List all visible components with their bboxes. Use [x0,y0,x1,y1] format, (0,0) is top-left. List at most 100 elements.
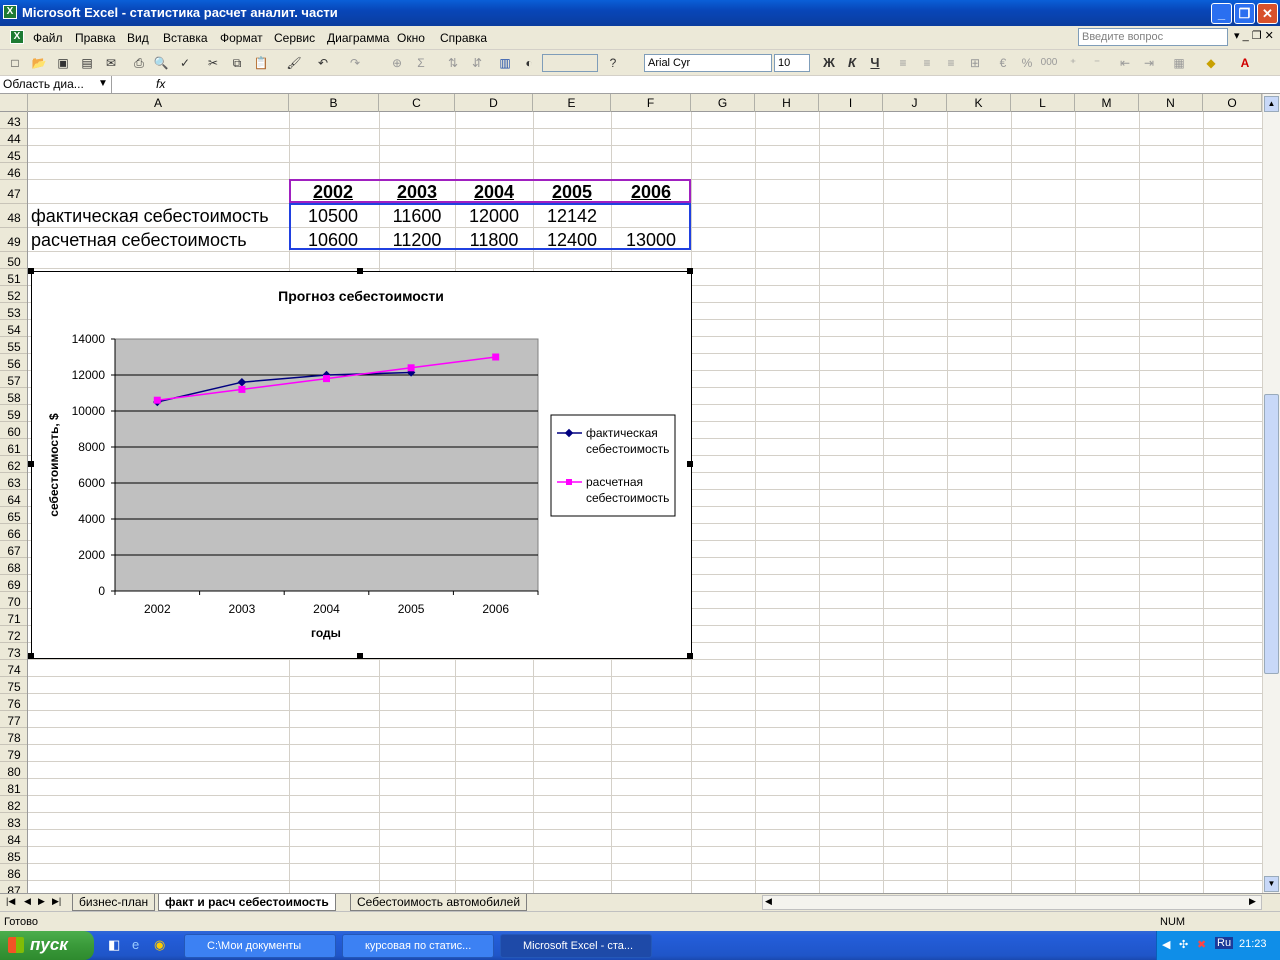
task-excel[interactable]: Microsoft Excel - ста... [500,934,652,958]
scroll-up-arrow-icon[interactable]: ▲ [1264,96,1279,112]
fx-icon[interactable]: fx [156,77,165,91]
chart-handle[interactable] [28,461,34,467]
tray-antivirus-icon[interactable]: ✖ [1197,938,1206,951]
chart-handle[interactable] [687,653,693,659]
hyperlink-icon[interactable]: ⊕ [388,54,406,72]
chart-handle[interactable] [687,268,693,274]
increase-decimal-icon[interactable]: ⁺ [1064,54,1082,72]
column-header[interactable]: H [755,94,819,112]
row-header[interactable]: 61 [0,439,27,456]
menu-help[interactable]: Справка [440,31,487,45]
row-header[interactable]: 68 [0,558,27,575]
font-name-select[interactable]: Arial Cyr [644,54,772,72]
horizontal-scrollbar[interactable]: ◀ ▶ [762,895,1262,910]
column-header[interactable]: A [28,94,289,112]
doc-window-controls[interactable]: ▾ _ ❐ ✕ [1234,29,1274,42]
sort-asc-icon[interactable]: ⇅ [444,54,462,72]
last-sheet-icon[interactable]: ▶| [52,896,61,907]
row-header[interactable]: 85 [0,847,27,864]
undo-icon[interactable]: ↶ [314,54,332,72]
row-header[interactable]: 43 [0,112,27,129]
row-header[interactable]: 51 [0,269,27,286]
row-header[interactable]: 86 [0,864,27,881]
merge-center-icon[interactable]: ⊞ [966,54,984,72]
open-icon[interactable]: 📂 [30,54,48,72]
align-left-icon[interactable]: ≡ [894,54,912,72]
next-sheet-icon[interactable]: ▶ [38,896,45,907]
maximize-button[interactable]: ❐ [1234,3,1255,24]
sheet-tab-active[interactable]: факт и расч себестоимость [158,894,336,911]
sheet-tab[interactable]: бизнес-план [72,894,156,911]
row-header[interactable]: 71 [0,609,27,626]
column-header[interactable]: L [1011,94,1075,112]
column-header[interactable]: I [819,94,883,112]
permission-icon[interactable]: ▤ [78,54,96,72]
sheet-tab[interactable]: Себестоимость автомобилей [350,894,528,911]
menu-view[interactable]: Вид [127,31,149,45]
chart-area[interactable]: Прогноз себестоимости 0 2000 4000 6000 8000 1… [28,268,693,659]
row-header[interactable]: 67 [0,541,27,558]
menu-edit[interactable]: Правка [75,31,116,45]
row-header[interactable]: 76 [0,694,27,711]
row-header[interactable]: 70 [0,592,27,609]
spelling-icon[interactable]: ✓ [176,54,194,72]
thousands-icon[interactable]: 000 [1040,54,1058,72]
new-icon[interactable]: □ [6,54,24,72]
column-header[interactable]: M [1075,94,1139,112]
drawing-icon[interactable]: ◐ [520,54,538,72]
row-header[interactable]: 74 [0,660,27,677]
column-header[interactable]: B [289,94,379,112]
close-button[interactable]: ✕ [1257,3,1278,24]
menu-tools[interactable]: Сервис [274,31,315,45]
decrease-decimal-icon[interactable]: ⁻ [1088,54,1106,72]
row-header[interactable]: 72 [0,626,27,643]
tray-network-icon[interactable]: ✣ [1179,938,1188,951]
row-header[interactable]: 77 [0,711,27,728]
increase-indent-icon[interactable]: ⇥ [1140,54,1158,72]
align-center-icon[interactable]: ≡ [918,54,936,72]
column-header[interactable]: D [455,94,533,112]
row-header[interactable]: 52 [0,286,27,303]
formula-input[interactable] [172,76,1280,93]
column-header[interactable]: F [611,94,691,112]
row-header[interactable]: 63 [0,473,27,490]
copy-icon[interactable]: ⧉ [228,54,246,72]
tray-expand-icon[interactable]: ◀ [1162,938,1170,951]
italic-button[interactable]: К [843,54,861,72]
font-size-select[interactable]: 10 [774,54,810,72]
row-header[interactable]: 62 [0,456,27,473]
minimize-button[interactable]: _ [1211,3,1232,24]
email-icon[interactable]: ✉ [102,54,120,72]
row-header[interactable]: 82 [0,796,27,813]
underline-button[interactable]: Ч [866,54,884,72]
row-header[interactable]: 84 [0,830,27,847]
redo-icon[interactable]: ↷ [346,54,364,72]
quicklaunch-ie-icon[interactable]: e [132,937,139,952]
format-painter-icon[interactable]: 🖌 [285,54,303,72]
row-header[interactable]: 54 [0,320,27,337]
row-header[interactable]: 47 [0,180,27,204]
currency-icon[interactable]: € [994,54,1012,72]
row-header[interactable]: 53 [0,303,27,320]
column-header[interactable]: J [883,94,947,112]
row-header[interactable]: 45 [0,146,27,163]
column-header[interactable]: C [379,94,455,112]
row-header[interactable]: 78 [0,728,27,745]
chart-handle[interactable] [28,268,34,274]
menu-file[interactable]: Файл [33,31,63,45]
print-icon[interactable]: ⎙ [130,54,148,72]
row-header[interactable]: 48 [0,204,27,228]
percent-icon[interactable]: % [1018,54,1036,72]
row-header[interactable]: 55 [0,337,27,354]
tray-lang-indicator[interactable]: Ru [1215,937,1234,949]
row-header[interactable]: 75 [0,677,27,694]
borders-icon[interactable]: ▦ [1170,54,1188,72]
scroll-thumb[interactable] [1264,394,1279,674]
name-box[interactable]: Область диа... [0,76,112,93]
sort-desc-icon[interactable]: ⇵ [468,54,486,72]
row-header[interactable]: 87 [0,881,27,893]
first-sheet-icon[interactable]: |◀ [6,896,15,907]
row-header[interactable]: 50 [0,252,27,269]
font-color-icon[interactable]: A [1236,54,1254,72]
row-label-estimated-cost[interactable]: расчетная себестоимость [31,230,247,251]
